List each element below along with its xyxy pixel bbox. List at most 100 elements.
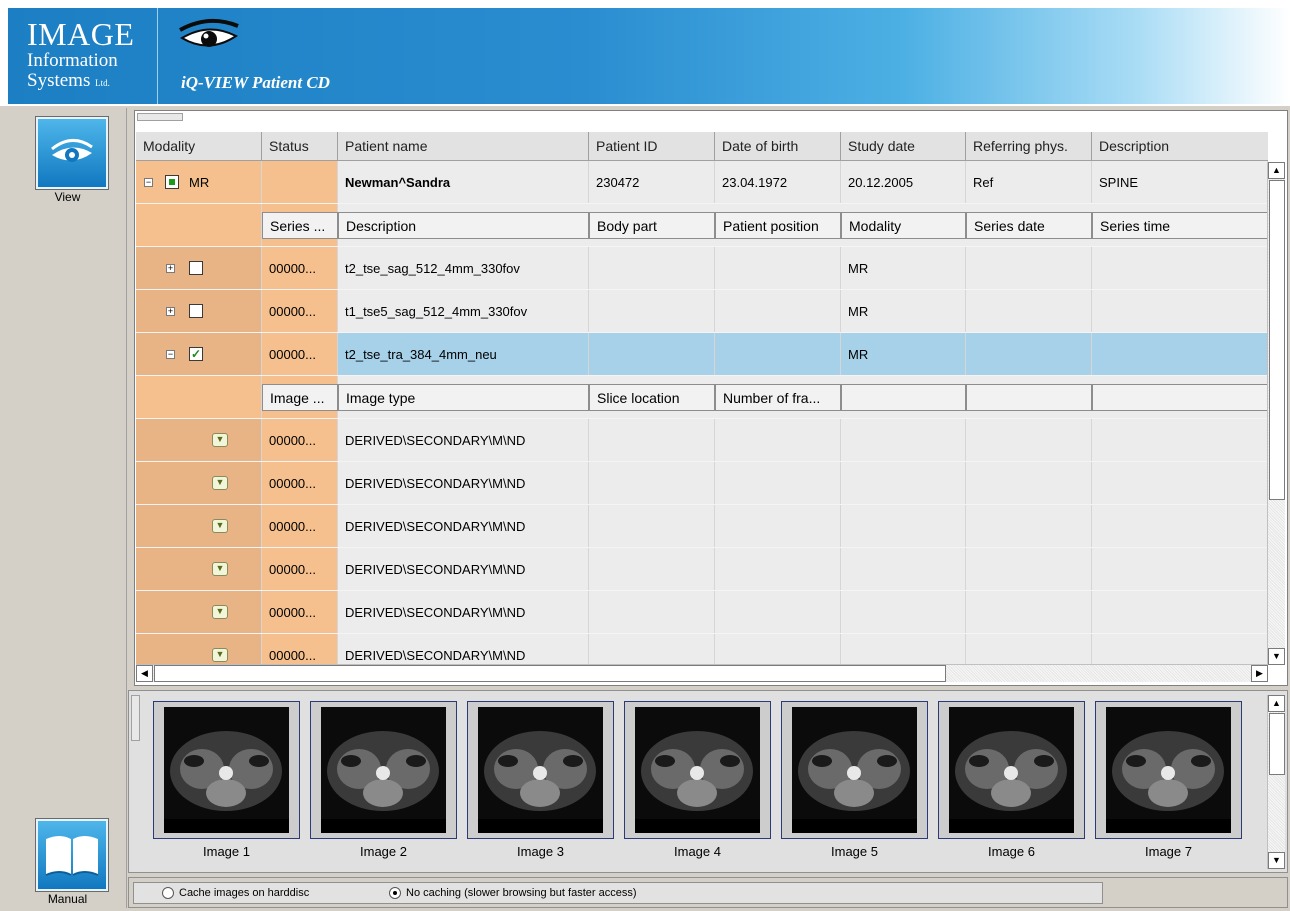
image-number: 00000... — [262, 419, 338, 461]
series-header-number[interactable]: Series ... — [262, 212, 338, 239]
scroll-down-icon[interactable]: ▼ — [1268, 648, 1285, 665]
image-thumbnail[interactable] — [467, 701, 614, 839]
image-thumbnail[interactable] — [624, 701, 771, 839]
image-empty — [841, 505, 966, 547]
patient-id: 230472 — [589, 161, 715, 203]
thumbnail-label: Image 1 — [203, 844, 250, 859]
thumbnail-label: Image 3 — [517, 844, 564, 859]
mri-slice-image — [1106, 707, 1231, 833]
view-button[interactable] — [35, 116, 109, 190]
series-header-modality[interactable]: Modality — [841, 212, 966, 239]
image-header-slice-location[interactable]: Slice location — [589, 384, 715, 411]
series-header-description[interactable]: Description — [338, 212, 589, 239]
column-header-referring-phys[interactable]: Referring phys. — [966, 132, 1092, 160]
series-checkbox[interactable] — [189, 304, 203, 318]
image-thumbnail[interactable] — [781, 701, 928, 839]
series-checkbox-checked[interactable]: ✓ — [189, 347, 203, 361]
series-row[interactable]: + 00000... t1_tse5_sag_512_4mm_330fov MR — [136, 290, 1268, 333]
dropdown-icon[interactable]: ▼ — [212, 648, 228, 662]
grid-scroll-area[interactable]: Modality Status Patient name Patient ID … — [136, 132, 1268, 664]
manual-button[interactable] — [35, 818, 109, 892]
series-number: 00000... — [262, 333, 338, 375]
image-row[interactable]: ▼ 00000... DERIVED\SECONDARY\M\ND — [136, 462, 1268, 505]
series-row[interactable]: + 00000... t2_tse_sag_512_4mm_330fov MR — [136, 247, 1268, 290]
cache-radio[interactable] — [162, 887, 174, 899]
grid-vscroll-thumb[interactable] — [1269, 180, 1285, 500]
grid-hscroll-thumb[interactable] — [154, 665, 946, 682]
image-tree-cell: ▼ — [136, 462, 262, 504]
series-body-part — [589, 247, 715, 289]
series-position — [715, 290, 841, 332]
column-header-description[interactable]: Description — [1092, 132, 1268, 160]
grid-vertical-scrollbar[interactable]: ▲ ▼ — [1267, 162, 1285, 665]
dropdown-icon[interactable]: ▼ — [212, 519, 228, 533]
thumbnail-label: Image 4 — [674, 844, 721, 859]
expand-icon[interactable]: + — [166, 307, 175, 316]
panel-grip[interactable] — [137, 113, 183, 121]
collapse-icon[interactable]: − — [166, 350, 175, 359]
series-header-time[interactable]: Series time — [1092, 212, 1268, 239]
patient-row[interactable]: − MR Newman^Sandra 230472 23.04.1972 20.… — [136, 161, 1268, 204]
mri-slice-image — [635, 707, 760, 833]
series-row-selected[interactable]: − ✓ 00000... t2_tse_tra_384_4mm_neu MR — [136, 333, 1268, 376]
image-type: DERIVED\SECONDARY\M\ND — [338, 634, 589, 664]
mri-slice-image — [949, 707, 1074, 833]
image-row[interactable]: ▼ 00000... DERIVED\SECONDARY\M\ND — [136, 634, 1268, 664]
thumbnail-label: Image 2 — [360, 844, 407, 859]
series-header-patient-position[interactable]: Patient position — [715, 212, 841, 239]
image-thumbnail[interactable] — [310, 701, 457, 839]
dropdown-icon[interactable]: ▼ — [212, 476, 228, 490]
scroll-right-icon[interactable]: ▶ — [1251, 665, 1268, 682]
column-header-patient-name[interactable]: Patient name — [338, 132, 589, 160]
dropdown-icon[interactable]: ▼ — [212, 605, 228, 619]
image-empty — [1092, 548, 1268, 590]
nocache-radio[interactable] — [389, 887, 401, 899]
image-header-spacer — [136, 376, 262, 418]
scroll-up-icon[interactable]: ▲ — [1268, 695, 1285, 712]
dropdown-icon[interactable]: ▼ — [212, 433, 228, 447]
column-header-modality[interactable]: Modality — [136, 132, 262, 160]
image-header-type[interactable]: Image type — [338, 384, 589, 411]
patient-grid: Modality Status Patient name Patient ID … — [134, 110, 1288, 686]
image-number: 00000... — [262, 591, 338, 633]
column-header-status[interactable]: Status — [262, 132, 338, 160]
strip-grip[interactable] — [131, 695, 140, 741]
image-thumbnail[interactable] — [153, 701, 300, 839]
collapse-icon[interactable]: − — [144, 178, 153, 187]
scroll-left-icon[interactable]: ◀ — [136, 665, 153, 682]
patient-referring-phys: Ref — [966, 161, 1092, 203]
image-row[interactable]: ▼ 00000... DERIVED\SECONDARY\M\ND — [136, 419, 1268, 462]
image-thumbnail[interactable] — [938, 701, 1085, 839]
image-row[interactable]: ▼ 00000... DERIVED\SECONDARY\M\ND — [136, 591, 1268, 634]
nocache-option-label: No caching (slower browsing but faster a… — [406, 887, 637, 899]
image-empty — [966, 462, 1092, 504]
image-empty — [966, 419, 1092, 461]
mri-slice-image — [164, 707, 289, 833]
patient-dob: 23.04.1972 — [715, 161, 841, 203]
expand-icon[interactable]: + — [166, 264, 175, 273]
thumbnail-scrollbar[interactable]: ▲ ▼ — [1267, 695, 1285, 869]
image-row[interactable]: ▼ 00000... DERIVED\SECONDARY\M\ND — [136, 548, 1268, 591]
image-type: DERIVED\SECONDARY\M\ND — [338, 591, 589, 633]
column-header-date-of-birth[interactable]: Date of birth — [715, 132, 841, 160]
image-header-number[interactable]: Image ... — [262, 384, 338, 411]
column-header-patient-id[interactable]: Patient ID — [589, 132, 715, 160]
image-header-row: Image ... Image type Slice location Numb… — [136, 376, 1268, 419]
logo-ltd: Ltd. — [95, 78, 110, 88]
image-row[interactable]: ▼ 00000... DERIVED\SECONDARY\M\ND — [136, 505, 1268, 548]
grid-horizontal-scrollbar[interactable]: ◀ ▶ — [136, 664, 1268, 682]
image-header-frames[interactable]: Number of fra... — [715, 384, 841, 411]
scroll-up-icon[interactable]: ▲ — [1268, 162, 1285, 179]
series-checkbox[interactable] — [189, 261, 203, 275]
series-header-body-part[interactable]: Body part — [589, 212, 715, 239]
column-header-study-date[interactable]: Study date — [841, 132, 966, 160]
patient-checkbox[interactable] — [165, 175, 179, 189]
thumbnail-scroll-thumb[interactable] — [1269, 713, 1285, 775]
series-header-date[interactable]: Series date — [966, 212, 1092, 239]
image-frames — [715, 634, 841, 664]
image-type: DERIVED\SECONDARY\M\ND — [338, 419, 589, 461]
image-thumbnail[interactable] — [1095, 701, 1242, 839]
dropdown-icon[interactable]: ▼ — [212, 562, 228, 576]
scroll-down-icon[interactable]: ▼ — [1268, 852, 1285, 869]
mri-slice-image — [321, 707, 446, 833]
